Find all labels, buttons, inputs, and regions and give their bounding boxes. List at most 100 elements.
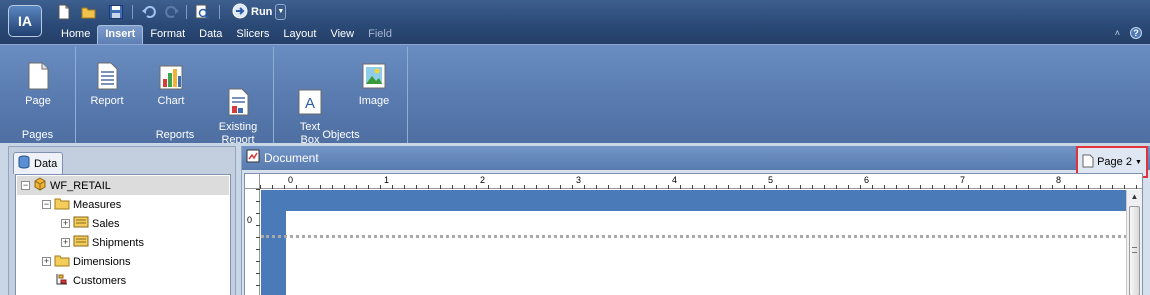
image-button-label: Image [358,95,390,107]
data-tab-label: Data [34,157,58,170]
chart-button[interactable]: Chart [145,61,197,108]
save-icon[interactable] [107,3,125,21]
run-button[interactable]: Run ▼ [232,3,287,22]
tree-node-customers[interactable]: Customers [54,271,126,290]
tree-node-root[interactable]: − WF_RETAIL [17,176,229,195]
document-panel: Document Page 2 ▼ 0 1 2 3 4 5 6 7 8 0 ▲ [241,146,1150,295]
expand-icon[interactable]: + [61,238,70,247]
help-icon[interactable]: ? [1130,27,1142,39]
ribbon-group-pages: Page Pages [0,47,76,143]
tab-view[interactable]: View [323,25,361,44]
ruler-label: 7 [960,175,965,185]
chart-button-label: Chart [157,95,185,107]
new-document-icon[interactable] [55,3,73,21]
folder-icon [54,196,70,213]
document-icon [246,149,260,166]
expand-icon[interactable]: + [61,219,70,228]
open-folder-icon[interactable] [80,3,98,21]
menu-tabs: Home Insert Format Data Slicers Layout V… [54,25,399,44]
tree-node-shipments[interactable]: + Shipments [61,233,144,252]
tree-label: WF_RETAIL [50,179,111,192]
tree-node-measures[interactable]: − Measures [42,195,121,214]
ruler-label: 6 [864,175,869,185]
ribbon: Page Pages Report Chart Existing Report … [0,44,1150,146]
app-logo: IA [8,5,42,37]
ruler-label: 1 [384,175,389,185]
tree-node-dimensions[interactable]: + Dimensions [42,252,130,271]
ruler-corner [245,174,260,189]
tree-label: Sales [92,217,120,230]
run-icon [232,3,248,22]
report-page[interactable] [286,211,1127,295]
image-icon [360,61,388,91]
tree-label: Shipments [92,236,144,249]
page-button[interactable]: Page [14,61,62,108]
tab-home[interactable]: Home [54,25,97,44]
toolbar-separator [132,5,133,19]
design-canvas[interactable]: 0 1 2 3 4 5 6 7 8 0 ▲ [244,173,1143,295]
ruler-label: 2 [480,175,485,185]
folder-icon [54,253,70,270]
page-button-label: Page [25,95,51,107]
database-icon [17,155,31,172]
ruler-label: 5 [768,175,773,185]
document-title-label: Document [264,150,319,165]
tree-node-sales[interactable]: + Sales [61,214,120,233]
chart-icon [157,61,185,91]
document-title: Document [246,149,319,166]
tab-field: Field [368,28,392,40]
measure-group-icon [73,234,89,251]
data-panel: Data − WF_RETAIL − Measures + Sales + Sh… [8,146,236,295]
collapse-ribbon-icon[interactable]: ˄ [1115,28,1120,38]
page-break-line [261,235,1127,238]
ruler-label: 3 [576,175,581,185]
report-button[interactable]: Report [81,61,133,108]
tab-insert[interactable]: Insert [97,25,144,44]
scrollbar-grip [1132,247,1137,253]
page-margin-area [261,190,1127,295]
tree-label: Measures [73,198,122,211]
horizontal-ruler: 0 1 2 3 4 5 6 7 8 [260,174,1142,189]
run-dropdown-arrow[interactable]: ▼ [275,4,287,20]
print-preview-icon[interactable] [193,3,211,21]
scrollbar-thumb[interactable] [1129,206,1140,295]
text-box-icon: A [296,74,324,115]
expand-icon[interactable]: + [42,257,51,266]
page-icon [1082,154,1094,171]
ribbon-group-title: Reports [155,129,195,141]
ribbon-group-objects: A Text Box Image Objects [275,47,408,146]
data-tree: − WF_RETAIL − Measures + Sales + Shipmen… [15,174,231,295]
scroll-up-arrow[interactable]: ▲ [1127,190,1142,204]
hierarchy-icon [54,272,70,289]
vertical-ruler: 0 [245,189,260,295]
chevron-down-icon: ▼ [1134,158,1142,166]
run-label: Run [251,6,273,18]
redo-icon[interactable] [163,3,181,21]
tab-slicers[interactable]: Slicers [229,25,276,44]
undo-icon[interactable] [140,3,158,21]
title-bar: IA Run ▼ Home Insert Format Data Slicers… [0,0,1150,44]
image-button[interactable]: Image [348,61,400,108]
tab-layout[interactable]: Layout [276,25,323,44]
tab-data[interactable]: Data [192,25,229,44]
cube-icon [33,177,47,194]
svg-text:A: A [305,95,315,112]
ruler-label: 0 [288,175,293,185]
ruler-label: 4 [672,175,677,185]
report-button-label: Report [90,95,124,107]
document-header: Document [242,146,1150,170]
toolbar-separator [219,5,220,19]
tab-format[interactable]: Format [143,25,192,44]
data-tab[interactable]: Data [13,152,63,174]
workspace: Data − WF_RETAIL − Measures + Sales + Sh… [0,143,1150,295]
existing-report-icon [224,74,252,116]
vertical-scrollbar[interactable]: ▲ [1126,190,1142,295]
ruler-label: 8 [1056,175,1061,185]
collapse-icon[interactable]: − [42,200,51,209]
tree-label: Customers [73,274,127,287]
ribbon-group-title: Objects [322,129,360,141]
ruler-label: 0 [247,215,252,225]
measure-group-icon [73,215,89,232]
collapse-icon[interactable]: − [21,181,30,190]
toolbar-separator [186,5,187,19]
